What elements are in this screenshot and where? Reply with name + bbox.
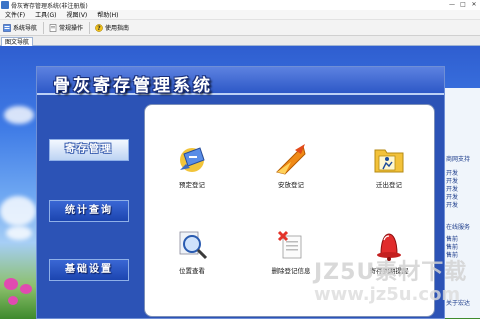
app-window: 骨灰寄存管理系统 寄存管理 统计查询 基础设置 预定登记 安放登记 迁出登记 位… [36, 66, 445, 319]
toolbar-separator [89, 21, 91, 34]
func-move-out-label: 迁出登记 [376, 181, 402, 189]
user-guide-button[interactable]: ? 使用指南 [92, 23, 133, 32]
routine-ops-button[interactable]: 常规操作 [46, 23, 87, 32]
flower [4, 278, 18, 290]
func-placement-label: 安放登记 [278, 181, 304, 189]
tab-graphic-nav[interactable]: 图文导航 [1, 37, 34, 46]
func-location-view[interactable]: 位置查看 [162, 228, 222, 275]
app-icon [1, 1, 9, 9]
reservation-icon [174, 142, 210, 176]
svg-text:?: ? [97, 25, 101, 32]
func-reservation[interactable]: 预定登记 [162, 142, 222, 189]
user-guide-label: 使用指南 [105, 25, 130, 32]
func-delete-record[interactable]: 删除登记信息 [261, 228, 321, 275]
document-icon [49, 23, 57, 32]
toolbar-separator [43, 21, 45, 34]
tab-strip: 图文导航 [0, 36, 480, 46]
alarm-bell-icon [371, 228, 407, 262]
func-location-view-label: 位置查看 [179, 267, 205, 275]
background-item: 开发 [446, 202, 459, 209]
nav-storage-management[interactable]: 寄存管理 [49, 139, 129, 161]
menu-bar: 文件(F) 工具(G) 视图(V) 帮助(H) [0, 10, 480, 20]
menu-view[interactable]: 视图(V) [61, 10, 92, 19]
func-reservation-label: 预定登记 [179, 181, 205, 189]
background-item: 关于宏达 [446, 300, 471, 307]
maximize-button[interactable]: □ [459, 1, 467, 8]
close-button[interactable]: ✕ [470, 1, 478, 8]
help-icon: ? [95, 23, 103, 32]
nav-basic-settings[interactable]: 基础设置 [49, 259, 129, 281]
minimize-button[interactable]: — [448, 1, 456, 8]
window-controls: — □ ✕ [448, 1, 478, 8]
menu-file[interactable]: 文件(F) [0, 10, 30, 19]
title-bar: 骨灰寄存管理系统(非注册版) — □ ✕ [0, 0, 480, 10]
magnifier-icon [174, 228, 210, 262]
cloud [4, 106, 34, 124]
func-placement[interactable]: 安放登记 [261, 142, 321, 189]
placement-icon [273, 142, 309, 176]
func-expiry-reminder[interactable]: 寄存到期提醒 [359, 228, 419, 275]
window-title: 骨灰寄存管理系统(非注册版) [11, 2, 88, 10]
background-item: 在线服务 [446, 224, 471, 231]
app-title: 骨灰寄存管理系统 [53, 76, 213, 96]
cloud [6, 226, 32, 240]
func-move-out[interactable]: 迁出登记 [359, 142, 419, 189]
background-item: 售前 [446, 252, 459, 259]
toolbar: 系统导航 常规操作 ? 使用指南 [0, 20, 480, 36]
flower [20, 284, 32, 294]
menu-tools[interactable]: 工具(G) [30, 10, 61, 19]
navigation-icon [3, 23, 11, 32]
cloud [0, 196, 36, 226]
func-delete-record-label: 删除登记信息 [271, 267, 311, 275]
delete-document-icon [273, 228, 309, 262]
system-nav-label: 系统导航 [13, 25, 38, 32]
background-window-strip: 商网支持 开发 开发 开发 开发 开发 在线服务 售前 售前 售前 关于宏达 [444, 88, 480, 318]
background-item: 商网支持 [446, 156, 471, 163]
func-expiry-reminder-label: 寄存到期提醒 [369, 267, 409, 275]
routine-ops-label: 常规操作 [59, 25, 84, 32]
app-banner: 骨灰寄存管理系统 [37, 67, 444, 96]
system-nav-button[interactable]: 系统导航 [0, 23, 41, 32]
function-panel: 预定登记 安放登记 迁出登记 位置查看 删除登记信息 寄存到期提醒 [144, 104, 435, 317]
flower [8, 296, 18, 305]
nav-statistics-query[interactable]: 统计查询 [49, 200, 129, 222]
folder-move-icon [371, 142, 407, 176]
menu-help[interactable]: 帮助(H) [92, 10, 123, 19]
